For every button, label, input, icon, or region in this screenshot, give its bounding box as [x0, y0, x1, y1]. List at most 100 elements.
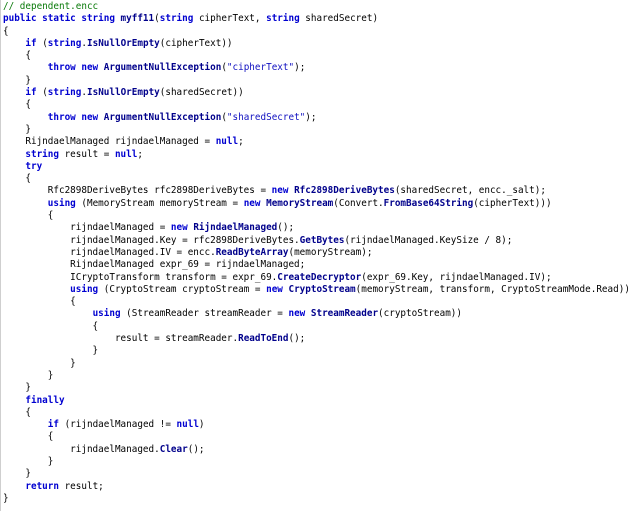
code-token: myff11: [120, 13, 155, 25]
code-line: rijndaelManaged = new RijndaelManaged();: [3, 222, 630, 234]
code-token: (MemoryStream memoryStream =: [81, 197, 244, 209]
code-token: RijndaelManaged rijndaelManaged =: [3, 136, 216, 148]
code-token: using: [70, 283, 104, 295]
code-token: ;: [137, 148, 143, 160]
code-token: }: [3, 74, 31, 86]
code-token: );: [305, 111, 317, 123]
code-token: "sharedSecret": [226, 111, 306, 123]
code-token: new: [271, 185, 295, 197]
code-line: try: [3, 161, 630, 173]
code-token: }: [3, 455, 54, 467]
code-token: new: [170, 222, 194, 234]
code-token: (cipherText)): [159, 37, 233, 49]
code-line: }: [3, 468, 630, 480]
code-line: return result;: [3, 481, 630, 493]
code-token: new: [288, 308, 311, 320]
code-token: (cipherText))): [473, 197, 552, 209]
code-line: using (CryptoStream cryptoStream = new C…: [3, 284, 630, 296]
code-token: Clear: [159, 443, 188, 455]
code-token: using: [92, 308, 127, 320]
code-token: rijndaelManaged.: [3, 443, 160, 455]
code-line: finally: [3, 395, 630, 407]
code-token: MemoryStream: [266, 197, 334, 209]
code-line: }: [3, 124, 630, 136]
code-token: Rfc2898DeriveBytes: [294, 185, 395, 197]
code-token: }: [3, 123, 31, 135]
code-token: string: [266, 13, 306, 25]
code-line: ICryptoTransform transform = expr_69.Cre…: [3, 272, 630, 284]
code-line: string result = null;: [3, 149, 630, 161]
code-token: (expr_69.Key, rijndaelManaged.IV);: [361, 271, 552, 283]
code-line: RijndaelManaged rijndaelManaged = null;: [3, 136, 630, 148]
code-token: GetBytes: [299, 234, 345, 246]
code-line: {: [3, 99, 630, 111]
code-token: (CryptoStream cryptoStream =: [103, 283, 267, 295]
code-token: try: [25, 160, 43, 172]
code-token: StreamReader: [310, 308, 379, 320]
code-token: new: [266, 283, 289, 295]
code-token: ();: [277, 222, 295, 234]
code-line: public static string myff11(string ciphe…: [3, 13, 630, 25]
code-token: null: [215, 136, 239, 148]
code-line: {: [3, 407, 630, 419]
code-token: return: [25, 480, 65, 492]
code-token: ReadToEnd: [238, 333, 289, 345]
code-line: if (string.IsNullOrEmpty(sharedSecret)): [3, 87, 630, 99]
code-token: IsNullOrEmpty: [87, 37, 160, 49]
code-token: (rijndaelManaged !=: [64, 419, 177, 431]
code-editor[interactable]: // dependent.encc public static string my…: [0, 0, 640, 511]
code-line: {: [3, 50, 630, 62]
code-line: RijndaelManaged expr_69 = rijndaelManage…: [3, 259, 630, 271]
code-token: (Convert.: [333, 197, 384, 209]
code-token: }: [3, 369, 54, 381]
code-token: {: [3, 406, 31, 418]
code-token: {: [3, 99, 31, 111]
code-token: public static string: [3, 13, 121, 25]
code-line: }: [3, 493, 630, 505]
code-token: RijndaelManaged: [193, 222, 278, 234]
code-line: }: [3, 345, 630, 357]
code-token: FromBase64String: [383, 197, 474, 209]
code-token: }: [3, 492, 9, 504]
code-token: CryptoStream: [288, 283, 356, 295]
code-token: rijndaelManaged.IV = encc.: [3, 246, 216, 258]
code-token: (sharedSecret, encc._salt);: [394, 185, 546, 197]
code-line: }: [3, 370, 630, 382]
code-view[interactable]: // dependent.encc public static string my…: [3, 1, 630, 505]
code-line: using (MemoryStream memoryStream = new M…: [3, 198, 630, 210]
code-token: string: [47, 37, 82, 49]
code-line: // dependent.encc: [3, 1, 630, 13]
code-token: (StreamReader streamReader =: [126, 308, 289, 320]
code-token: result = streamReader.: [3, 333, 239, 345]
code-token: (rijndaelManaged.KeySize / 8);: [344, 234, 513, 246]
code-token: IsNullOrEmpty: [87, 87, 160, 99]
code-token: }: [3, 468, 31, 480]
code-token: ;: [238, 136, 244, 148]
code-token: {: [3, 296, 76, 308]
code-token: ArgumentNullException: [103, 111, 222, 123]
code-token: rijndaelManaged =: [3, 222, 171, 234]
code-line: using (StreamReader streamReader = new S…: [3, 308, 630, 320]
code-line: throw new ArgumentNullException("sharedS…: [3, 112, 630, 124]
code-token: rijndaelManaged.Key = rfc2898DeriveBytes…: [3, 234, 300, 246]
code-token: string: [25, 148, 65, 160]
code-token: RijndaelManaged expr_69 = rijndaelManage…: [3, 259, 306, 271]
code-token: if: [47, 419, 65, 431]
code-token: {: [3, 173, 31, 185]
code-line: }: [3, 358, 630, 370]
code-token: string: [159, 13, 199, 25]
code-token: finally: [25, 394, 65, 406]
code-line: throw new ArgumentNullException("cipherT…: [3, 62, 630, 74]
code-token: CreateDecryptor: [277, 271, 362, 283]
code-token: (memoryStream, transform, CryptoStreamMo…: [355, 283, 630, 295]
